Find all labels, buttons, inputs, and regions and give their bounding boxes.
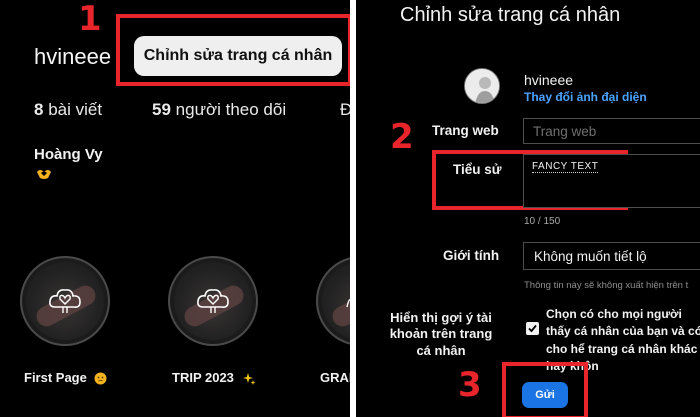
bio-textarea[interactable]: FANCY TEXT — [523, 154, 700, 208]
profile-username: hvineee — [34, 44, 112, 69]
edit-profile-button[interactable]: Chỉnh sửa trang cá nhân — [134, 36, 342, 76]
checkmark-icon — [528, 324, 537, 333]
step-number-2: 2 — [390, 117, 414, 157]
face-emoji-icon — [94, 372, 107, 385]
followers-label: người theo dõi — [175, 100, 287, 119]
profile-panel: 1 hvineee Chỉnh sửa trang cá nhân 8 bài … — [0, 0, 350, 417]
gender-note: Thông tin này sẽ không xuất hiện trên t — [524, 280, 689, 291]
highlight-label-text: TRIP 2023 — [172, 370, 234, 385]
posts-stat[interactable]: 8 bài viết — [34, 100, 102, 120]
bio-char-count: 10 / 150 — [524, 216, 561, 227]
posts-count: 8 — [34, 100, 44, 119]
posts-label: bài viết — [48, 100, 103, 119]
step-number-3: 3 — [458, 365, 482, 405]
bio-text: FANCY TEXT — [532, 161, 599, 173]
bio-label: Tiểu sử — [453, 162, 502, 177]
avatar[interactable] — [464, 68, 500, 104]
followers-count: 59 — [152, 100, 171, 119]
following-stat[interactable]: Đa — [340, 100, 350, 120]
heart-hands-icon — [37, 170, 51, 179]
gender-select[interactable]: Không muốn tiết lộ — [523, 242, 700, 270]
gender-label: Giới tính — [443, 248, 500, 263]
profile-full-name: Hoàng Vy — [34, 146, 103, 163]
avatar-photo-icon — [465, 69, 499, 103]
submit-button[interactable]: Gửi — [522, 382, 568, 408]
highlight-label-text: First Page — [24, 370, 87, 385]
account-suggestions-checkbox[interactable] — [526, 322, 539, 335]
edit-profile-title: Chỉnh sửa trang cá nhân — [400, 4, 621, 26]
followers-stat[interactable]: 59 người theo dõi — [152, 100, 286, 120]
highlight-circle-graduation[interactable] — [316, 256, 350, 346]
website-input[interactable] — [523, 118, 700, 144]
highlight-label-trip-2023[interactable]: TRIP 2023 — [172, 370, 256, 386]
script-lettering-icon — [346, 298, 350, 308]
edit-profile-panel: Chỉnh sửa trang cá nhân hvineee Thay đổi… — [356, 0, 700, 417]
cloud-heart-icon — [197, 289, 229, 313]
form-username: hvineee — [524, 72, 574, 88]
gender-value: Không muốn tiết lộ — [534, 248, 647, 264]
website-label: Trang web — [432, 123, 499, 138]
highlight-label-first-page[interactable]: First Page — [24, 370, 107, 385]
change-avatar-link[interactable]: Thay đổi ảnh đại diện — [524, 90, 647, 104]
highlight-circle-first-page[interactable] — [20, 256, 110, 346]
account-suggestions-label: Hiển thị gợi ý tài khoản trên trang cá n… — [389, 310, 493, 358]
cloud-heart-icon — [49, 289, 81, 313]
step-number-1: 1 — [78, 0, 102, 39]
highlight-label-graduation[interactable]: GRADU — [320, 370, 350, 385]
sparkles-icon — [242, 372, 256, 385]
highlight-circle-trip-2023[interactable] — [168, 256, 258, 346]
